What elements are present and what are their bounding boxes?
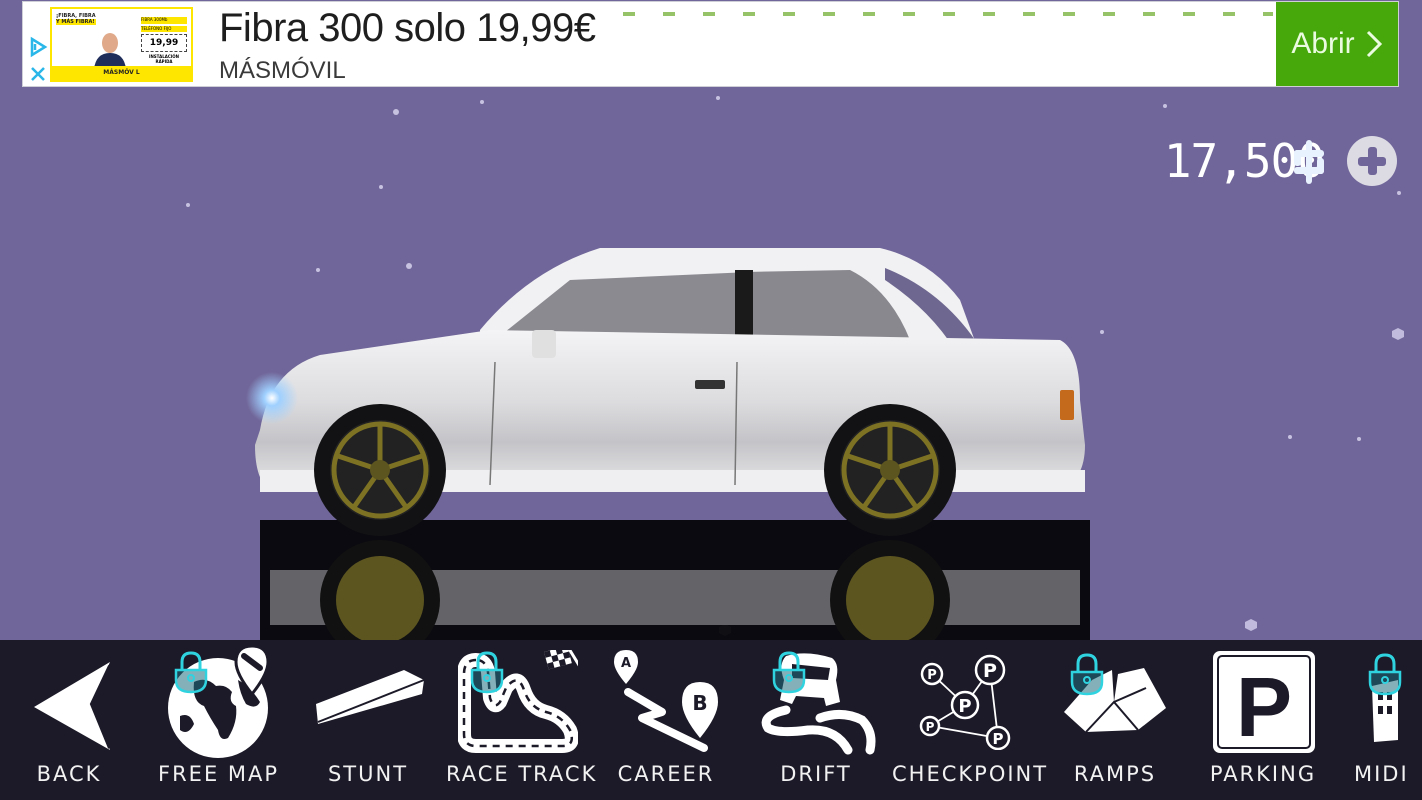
ad-thumb-brand: MÁSMÓV L [52,66,191,80]
lock-icon [772,651,806,694]
menu-label: MIDI [1354,762,1409,786]
ad-banner[interactable]: ¡FIBRA, FIBRA Y MÁS FIBRA! FIBRA 300Mb T… [22,1,1399,87]
menu-item-checkpoint[interactable]: PP PP P CHECKPOINT [892,640,1049,800]
menu-item-parking[interactable]: P PARKING [1204,640,1322,800]
svg-text:P: P [958,696,971,717]
lock-icon [1368,653,1402,696]
star [1357,437,1361,441]
chevron-right-icon [1366,30,1382,58]
currency-icon [1294,140,1324,184]
lock-icon [470,651,504,694]
menu-label: FREE MAP [158,762,280,786]
menu-label: RAMPS [1073,762,1157,786]
star [1288,435,1292,439]
star [379,185,383,189]
ad-open-button[interactable]: Abrir [1276,2,1398,86]
add-money-button[interactable] [1347,136,1397,186]
ad-thumb-offer: FIBRA 300Mb TELÉFONO FIJO 19,99 INSTALAC… [141,17,187,65]
svg-text:P: P [993,730,1004,748]
ad-thumbnail[interactable]: ¡FIBRA, FIBRA Y MÁS FIBRA! FIBRA 300Mb T… [50,7,193,82]
ad-title[interactable]: Fibra 300 solo 19,99€ [219,6,596,51]
back-arrow-icon [34,662,112,750]
svg-text:P: P [983,660,997,682]
checkpoint-network-icon: PP PP P [919,654,1011,750]
ad-brand: MÁSMÓVIL [219,57,346,84]
adchoices-icon[interactable] [27,36,49,86]
parking-sign-icon: P [1213,651,1315,754]
menu-item-midi[interactable]: MIDI [1352,640,1422,800]
lock-icon [174,651,208,694]
star [393,109,399,115]
menu-label: BACK [36,762,102,786]
svg-text:P: P [926,720,935,734]
menu-item-drift[interactable]: DRIFT [754,640,878,800]
car-preview[interactable] [240,230,1110,670]
star [186,203,190,207]
star [1392,328,1404,340]
svg-text:P: P [927,668,937,683]
person-illustration [94,33,126,69]
menu-item-ramps[interactable]: RAMPS [1060,640,1170,800]
menu-label: PARKING [1209,762,1317,786]
star [480,100,484,104]
ad-thumb-headline: ¡FIBRA, FIBRA Y MÁS FIBRA! [56,13,96,25]
lock-icon [1070,653,1104,696]
star [1163,104,1167,108]
menu-label: STUNT [327,762,409,786]
svg-text:P: P [1236,660,1292,754]
mode-menu: BACK FREE MAP STUNT RACE TRACK A B CAREE… [0,640,1422,800]
menu-label: RACE TRACK [446,762,598,786]
menu-label: CHECKPOINT [892,762,1049,786]
star [1245,619,1257,631]
ramp-icon [316,670,425,724]
menu-item-back[interactable]: BACK [14,640,124,800]
menu-label: DRIFT [780,762,852,786]
route-a-b-icon: A B [614,650,718,752]
menu-label: CAREER [617,762,715,786]
star [716,96,720,100]
menu-item-race-track[interactable]: RACE TRACK [446,640,598,800]
star [1397,191,1401,195]
svg-text:B: B [692,691,707,715]
menu-item-stunt[interactable]: STUNT [308,640,428,800]
svg-text:A: A [621,656,631,671]
ad-open-label: Abrir [1291,27,1355,60]
ad-decoration [623,12,1273,16]
menu-item-career[interactable]: A B CAREER [606,640,726,800]
menu-item-free-map[interactable]: FREE MAP [158,640,278,800]
